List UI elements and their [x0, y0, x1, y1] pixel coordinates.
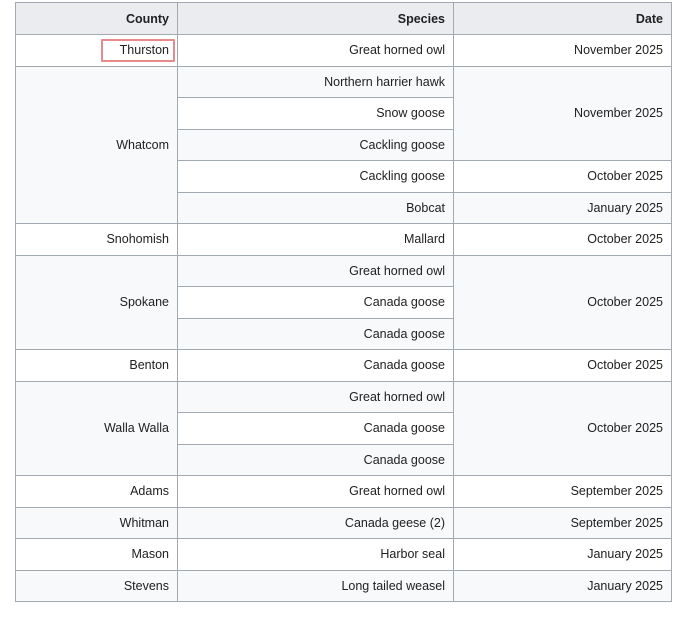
county-cell: Stevens	[15, 569, 178, 602]
header-row: County Species Date	[15, 2, 672, 35]
county-cell: Whatcom	[15, 65, 178, 224]
table-row: Mason Harbor seal January 2025	[15, 538, 672, 571]
detections-table: County Species Date Thurston Great horne…	[15, 2, 672, 602]
species-cell: Northern harrier hawk	[177, 65, 454, 98]
species-cell: Snow goose	[177, 97, 454, 130]
species-cell: Long tailed weasel	[177, 569, 454, 602]
county-cell: Thurston	[15, 34, 178, 67]
date-cell: October 2025	[453, 380, 672, 476]
species-cell: Mallard	[177, 223, 454, 256]
species-cell: Canada goose	[177, 286, 454, 319]
table-row: Walla Walla Great horned owl October 202…	[15, 380, 672, 476]
county-cell: Walla Walla	[15, 380, 178, 476]
species-header[interactable]: Species	[177, 2, 454, 35]
county-cell: Spokane	[15, 254, 178, 350]
species-cell: Canada goose	[177, 443, 454, 476]
county-cell: Benton	[15, 349, 178, 382]
county-header[interactable]: County	[15, 2, 178, 35]
table-row: Adams Great horned owl September 2025	[15, 475, 672, 508]
species-cell: Canada goose	[177, 412, 454, 445]
species-cell: Great horned owl	[177, 34, 454, 67]
table-row: Stevens Long tailed weasel January 2025	[15, 569, 672, 602]
species-cell: Bobcat	[177, 191, 454, 224]
date-cell: September 2025	[453, 475, 672, 508]
table-row: Benton Canada goose October 2025	[15, 349, 672, 382]
species-cell: Cackling goose	[177, 160, 454, 193]
date-cell: January 2025	[453, 538, 672, 571]
species-cell: Canada goose	[177, 349, 454, 382]
species-cell: Harbor seal	[177, 538, 454, 571]
date-cell: January 2025	[453, 191, 672, 224]
date-header[interactable]: Date	[453, 2, 672, 35]
county-cell: Mason	[15, 538, 178, 571]
date-cell: September 2025	[453, 506, 672, 539]
date-cell: November 2025	[453, 65, 672, 161]
species-cell: Great horned owl	[177, 380, 454, 413]
county-cell: Whitman	[15, 506, 178, 539]
table-row: Snohomish Mallard October 2025	[15, 223, 672, 256]
date-cell: October 2025	[453, 349, 672, 382]
table-row: Whatcom Northern harrier hawk November 2…	[15, 65, 672, 224]
table-row: Thurston Great horned owl November 2025	[15, 34, 672, 67]
species-cell: Cackling goose	[177, 128, 454, 161]
species-cell: Canada goose	[177, 317, 454, 350]
species-cell: Canada geese (2)	[177, 506, 454, 539]
date-cell: October 2025	[453, 160, 672, 193]
date-cell: January 2025	[453, 569, 672, 602]
county-highlight[interactable]: Thurston	[100, 38, 175, 62]
species-cell: Great horned owl	[177, 475, 454, 508]
county-cell: Adams	[15, 475, 178, 508]
table-row: Whitman Canada geese (2) September 2025	[15, 506, 672, 539]
date-cell: November 2025	[453, 34, 672, 67]
county-cell: Snohomish	[15, 223, 178, 256]
date-cell: October 2025	[453, 254, 672, 350]
table-row: Spokane Great horned owl October 2025	[15, 254, 672, 350]
date-cell: October 2025	[453, 223, 672, 256]
species-cell: Great horned owl	[177, 254, 454, 287]
